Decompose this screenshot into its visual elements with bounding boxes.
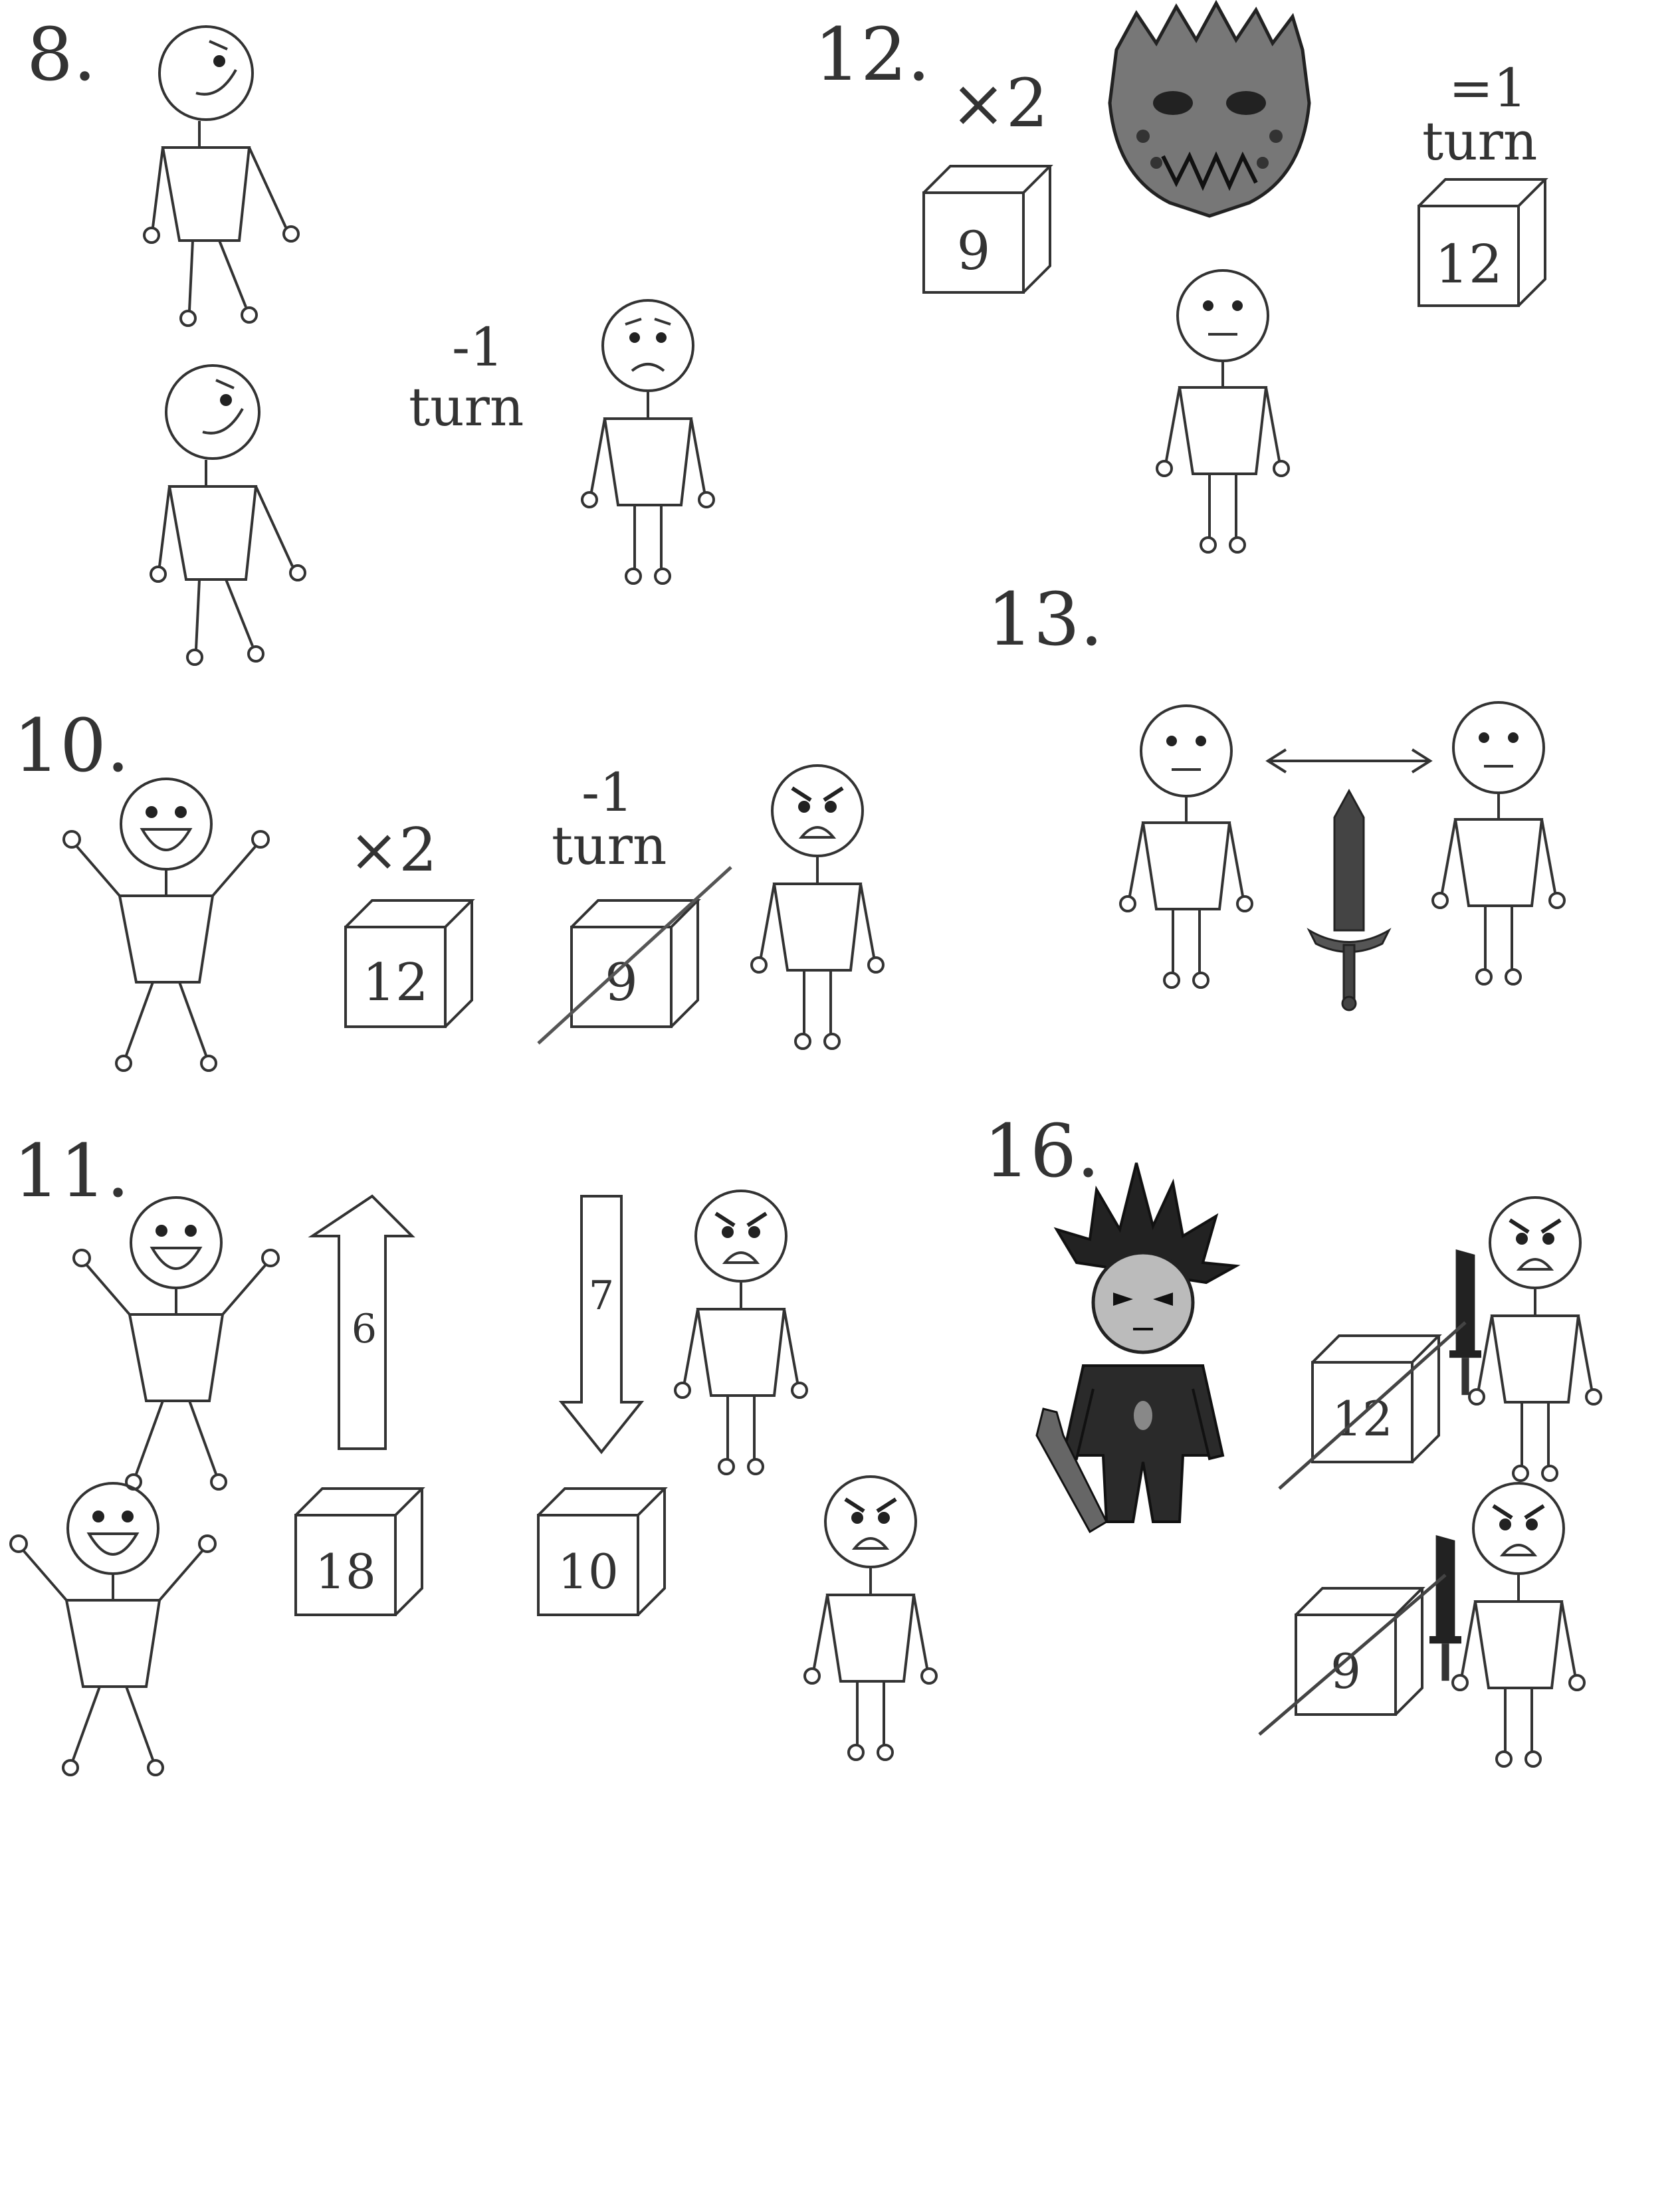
box-12-crossed-out: 12 xyxy=(1278,1321,1467,1490)
box-value: 10 xyxy=(558,1544,619,1600)
box-value: 12 xyxy=(362,953,428,1013)
angry-stick-figure xyxy=(674,1191,808,1475)
box-value: 9 xyxy=(605,953,638,1013)
box-value: 12 xyxy=(1332,1391,1393,1447)
up-arrow: 6 xyxy=(308,1194,415,1450)
panel-number: 12. xyxy=(814,12,930,97)
spiky-haired-warrior xyxy=(1035,1162,1241,1534)
spiky-monster-head xyxy=(1108,0,1311,218)
box-value: 12 xyxy=(1435,233,1503,295)
box-12: 12 xyxy=(1418,178,1546,307)
panel-number: 8. xyxy=(27,12,96,97)
panel-number: 11. xyxy=(13,1128,130,1213)
strike-through-line xyxy=(537,866,732,1045)
turn-word-label: turn xyxy=(409,376,524,438)
double-arrow xyxy=(1265,748,1433,774)
strike-through-line xyxy=(1258,1574,1447,1736)
angry-stick-figure-with-sword xyxy=(1449,1198,1602,1482)
panel-12: 12. ×2 9 =1 turn 12 xyxy=(814,0,1546,554)
turn-minus-label: -1 xyxy=(452,316,504,378)
panel-number: 13. xyxy=(987,577,1103,662)
arrow-value: 7 xyxy=(589,1273,614,1319)
box-12: 12 xyxy=(344,899,473,1028)
neutral-stick-figure xyxy=(1119,704,1253,989)
arrow-value: 6 xyxy=(352,1306,377,1352)
panel-13: 13. xyxy=(987,577,1566,1011)
panel-11: 11. 6 7 18 10 xyxy=(9,1128,938,1776)
smiling-walking-stick-figure xyxy=(143,25,300,327)
box-10: 10 xyxy=(537,1487,666,1616)
panel-number: 16. xyxy=(984,1108,1100,1194)
smiling-walking-stick-figure xyxy=(150,364,306,666)
turn-word-label: turn xyxy=(552,815,667,877)
down-arrow: 7 xyxy=(558,1195,645,1455)
multiplier-label: ×2 xyxy=(349,815,437,885)
box-value: 18 xyxy=(315,1544,376,1600)
box-value: 9 xyxy=(957,220,991,282)
box-18: 18 xyxy=(294,1487,423,1616)
neutral-stick-figure xyxy=(1156,269,1290,554)
turn-word-label: turn xyxy=(1422,110,1537,172)
cheering-stick-figure xyxy=(9,1482,217,1776)
cheering-stick-figure xyxy=(72,1196,280,1491)
angry-stick-figure xyxy=(750,766,885,1050)
box-9-crossed-out: 9 xyxy=(537,866,732,1045)
panel-number: 10. xyxy=(13,703,130,788)
sword xyxy=(1308,789,1390,1011)
neutral-stick-figure xyxy=(1431,701,1566,986)
cheering-stick-figure xyxy=(62,778,270,1072)
multiplier-label: ×2 xyxy=(950,64,1048,142)
panel-8: 8. -1 turn xyxy=(27,12,715,666)
angry-stick-figure-with-sword xyxy=(1429,1483,1586,1768)
panel-10: 10. ×2 12 -1 turn 9 xyxy=(13,703,885,1072)
box-9: 9 xyxy=(922,165,1051,294)
panel-16: 16. 12 9 xyxy=(984,1108,1602,1768)
box-9-crossed-out: 9 xyxy=(1258,1574,1447,1736)
angry-stick-figure xyxy=(803,1477,938,1761)
sad-stick-figure xyxy=(581,299,715,585)
sketch-page: 8. -1 turn 12. ×2 9 =1 turn 12 10. ×2 12… xyxy=(9,0,1602,1776)
